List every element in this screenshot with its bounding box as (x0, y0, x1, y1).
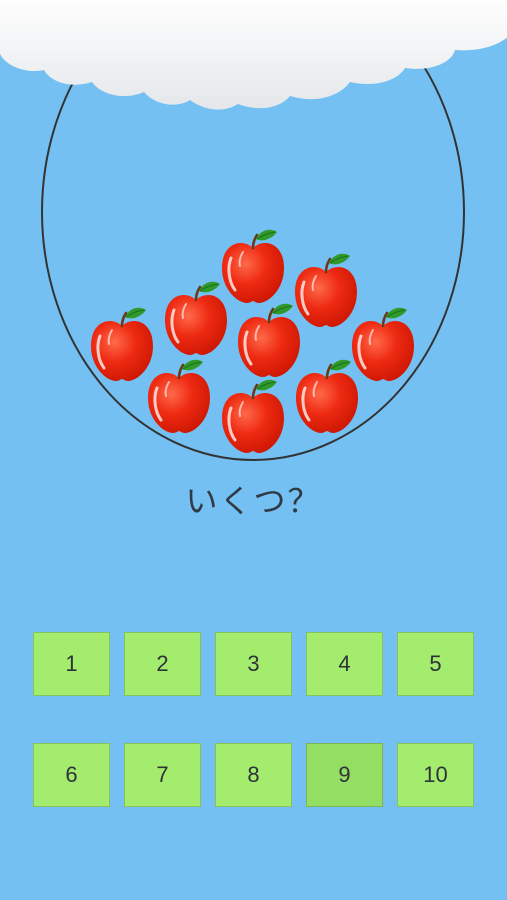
apple (350, 306, 416, 383)
apple (146, 358, 212, 435)
answer-button-1[interactable]: 1 (33, 632, 110, 696)
answer-button-10[interactable]: 10 (397, 743, 474, 807)
apple (163, 280, 229, 357)
apple (89, 306, 155, 383)
answer-button-8[interactable]: 8 (215, 743, 292, 807)
answer-choices: 1 2 3 4 5 6 7 8 9 10 (33, 632, 475, 807)
apples (89, 228, 416, 455)
apple (220, 378, 286, 455)
answer-button-5[interactable]: 5 (397, 632, 474, 696)
apple (294, 358, 360, 435)
cloud (0, 0, 507, 110)
apple (293, 252, 359, 329)
game-screen: いくつ？ 1 2 3 4 5 6 7 8 9 10 (0, 0, 507, 900)
answer-button-7[interactable]: 7 (124, 743, 201, 807)
answer-button-9[interactable]: 9 (306, 743, 383, 807)
answer-button-3[interactable]: 3 (215, 632, 292, 696)
question-text: いくつ？ (185, 482, 322, 520)
answer-button-2[interactable]: 2 (124, 632, 201, 696)
apple (236, 302, 302, 379)
apple (220, 228, 286, 305)
answer-button-4[interactable]: 4 (306, 632, 383, 696)
answer-button-6[interactable]: 6 (33, 743, 110, 807)
